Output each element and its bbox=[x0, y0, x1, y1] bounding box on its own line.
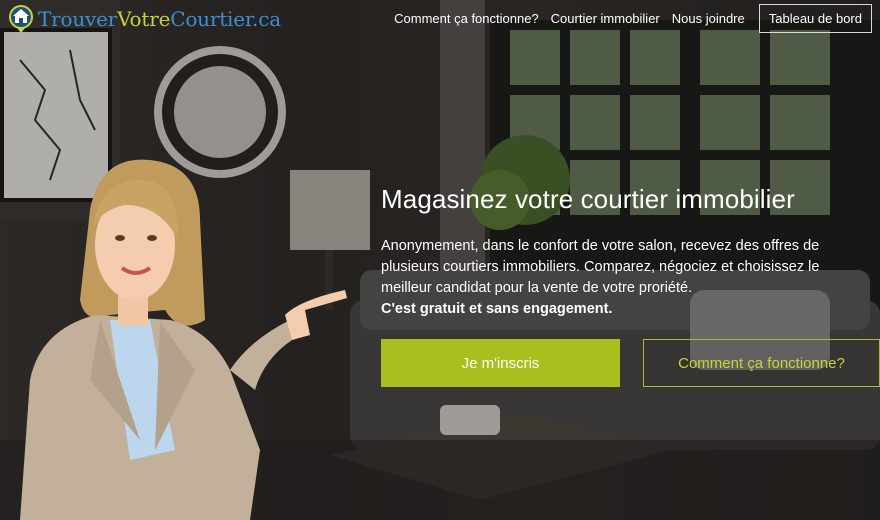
dashboard-button[interactable]: Tableau de bord bbox=[758, 3, 872, 33]
nav-how-it-works[interactable]: Comment ça fonctionne? bbox=[388, 11, 545, 26]
signup-button[interactable]: Je m'inscris bbox=[381, 339, 620, 387]
brand-logo[interactable]: TrouverVotreCourtier.ca bbox=[8, 4, 281, 34]
how-it-works-button[interactable]: Comment ça fonctionne? bbox=[643, 339, 880, 387]
main-nav: Comment ça fonctionne? Courtier immobili… bbox=[388, 3, 872, 33]
hero-description-text: Anonymement, dans le confort de votre sa… bbox=[381, 238, 820, 296]
brand-name-part2: Votre bbox=[117, 7, 171, 31]
nav-real-estate-broker[interactable]: Courtier immobilier bbox=[545, 11, 666, 26]
brand-name-part1: Trouver bbox=[38, 7, 118, 31]
brand-name-part3: Courtier.ca bbox=[170, 7, 281, 31]
hero-title: Magasinez votre courtier immobilier bbox=[381, 184, 795, 214]
hero-description: Anonymement, dans le confort de votre sa… bbox=[381, 236, 851, 320]
woman-presenter-image bbox=[20, 159, 347, 520]
brand-name: TrouverVotreCourtier.ca bbox=[38, 7, 281, 31]
nav-contact[interactable]: Nous joindre bbox=[666, 11, 751, 26]
hero-emphasis: C'est gratuit et sans engagement. bbox=[381, 301, 613, 317]
house-badge-icon bbox=[9, 5, 33, 33]
